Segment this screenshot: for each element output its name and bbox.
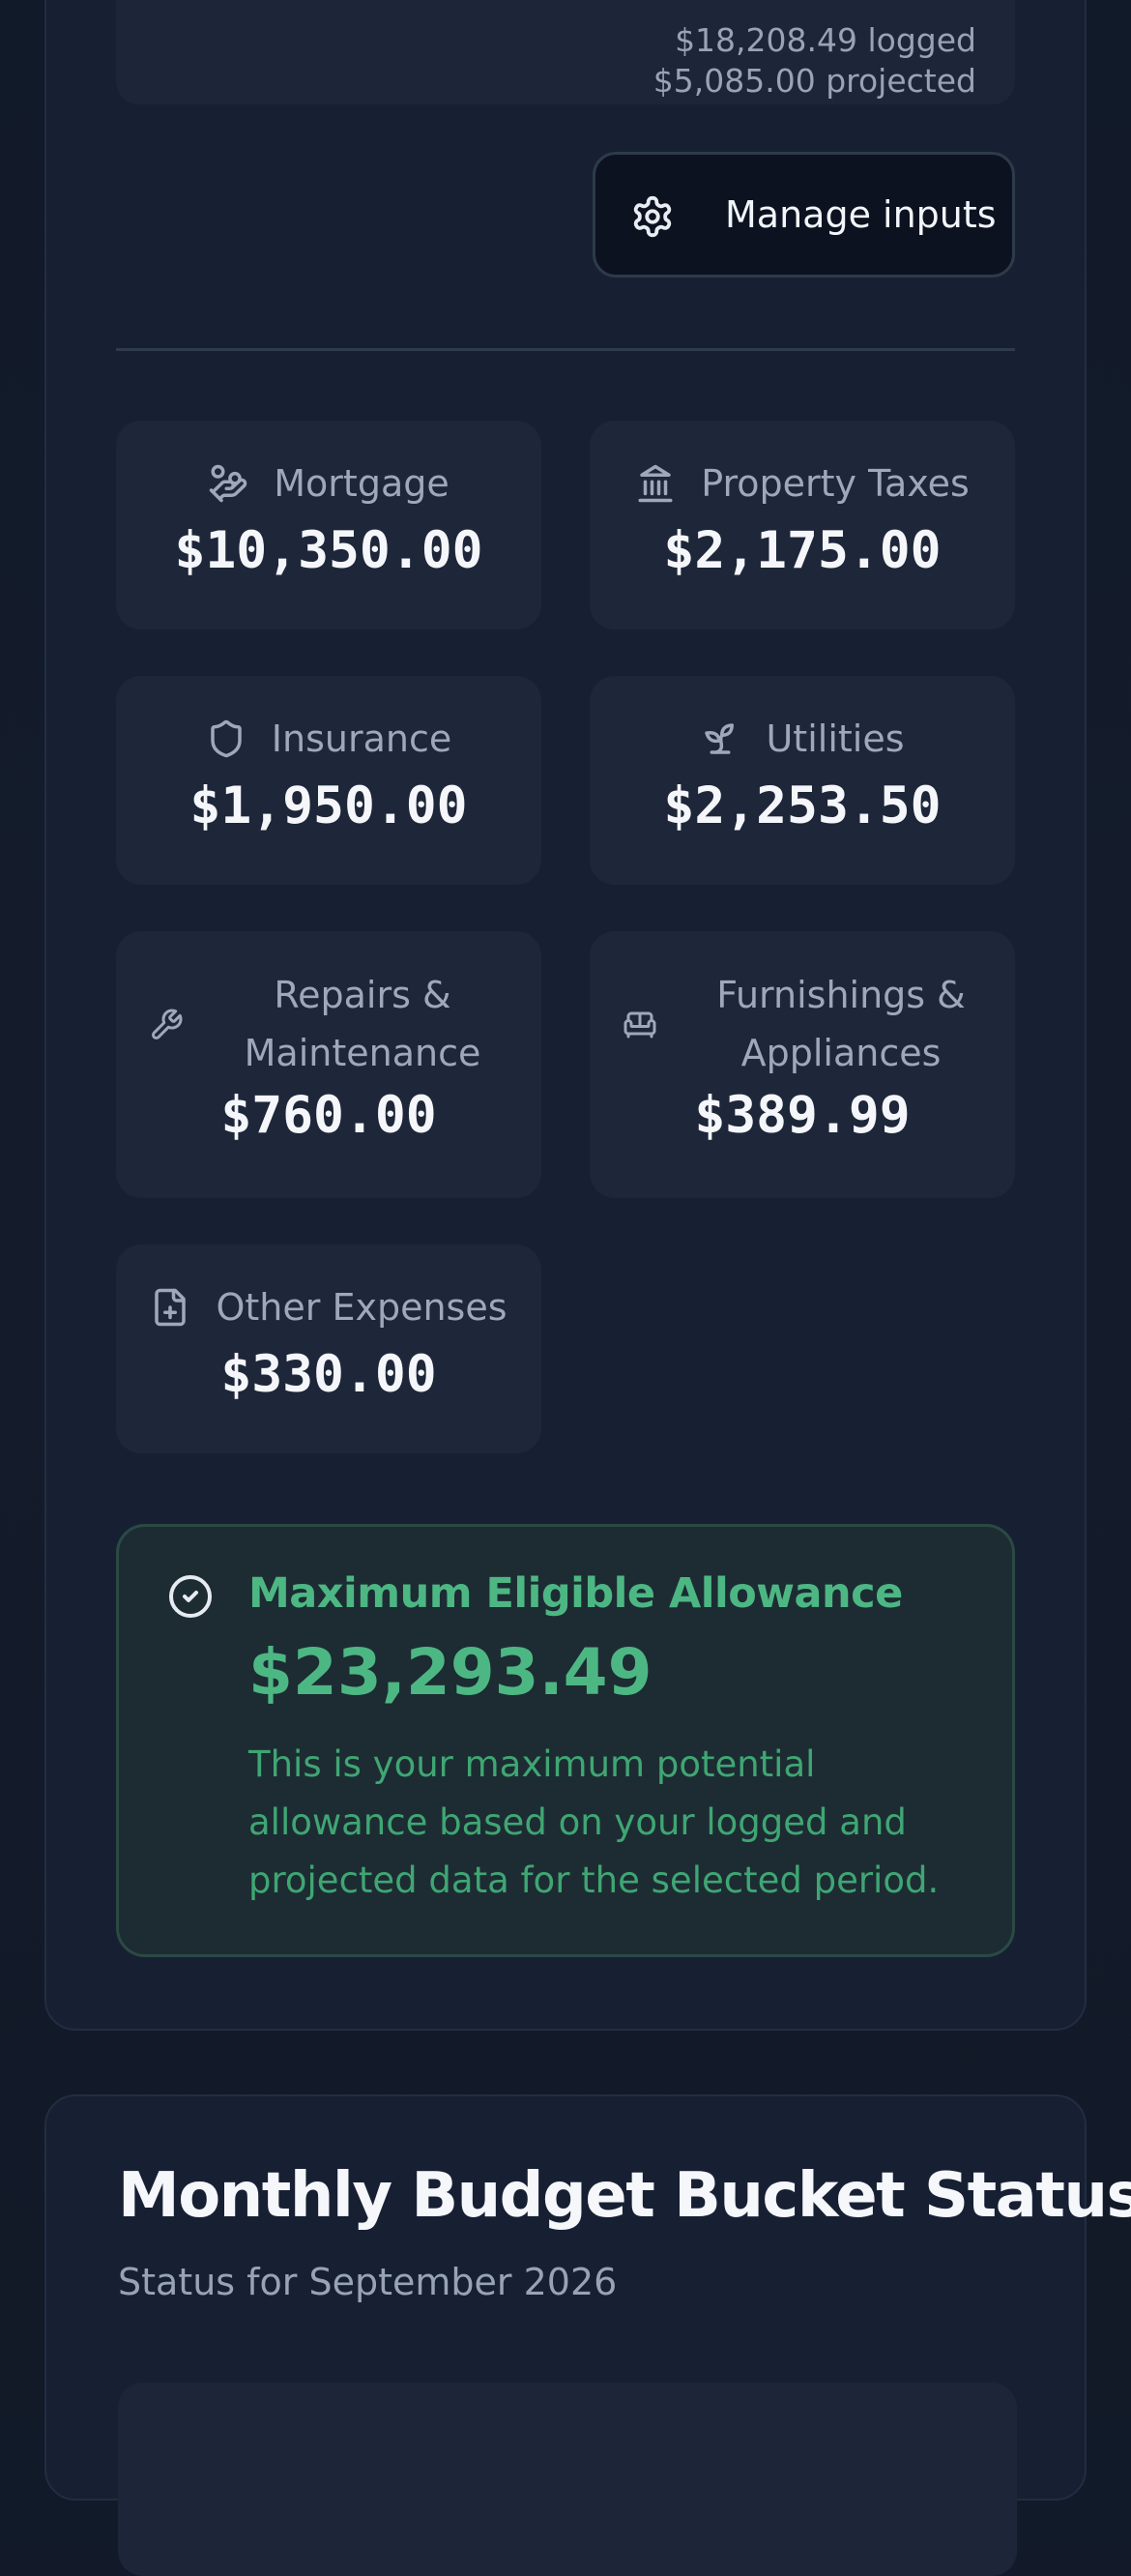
manage-inputs-button[interactable]: Manage inputs	[593, 152, 1015, 278]
projection-panel: $18,208.49 logged $5,085.00 projected	[116, 0, 1015, 104]
hand-coins-icon	[210, 464, 247, 503]
category-tile-utilities: Utilities $2,253.50	[590, 676, 1015, 885]
category-tile-property-taxes: Property Taxes $2,175.00	[590, 421, 1015, 629]
allowance-description: This is your maximum potential allowance…	[248, 1743, 940, 1901]
category-value: $760.00	[220, 1086, 437, 1145]
sprout-icon	[705, 723, 735, 754]
allowance-title: Maximum Eligible Allowance	[248, 1569, 903, 1618]
check-circle-icon	[169, 1575, 212, 1618]
sofa-icon	[624, 1011, 656, 1039]
category-tile-other: Other Expenses $330.00	[116, 1244, 541, 1453]
gear-icon	[633, 195, 672, 238]
category-value: $2,253.50	[663, 776, 942, 835]
divider	[116, 348, 1015, 351]
category-label: Other Expenses	[216, 1286, 508, 1329]
budget-bucket-panel	[118, 2383, 1017, 2576]
maximum-allowance-panel: Maximum Eligible Allowance $23,293.49 Th…	[116, 1524, 1015, 1957]
category-tile-insurance: Insurance $1,950.00	[116, 676, 541, 885]
category-value: $2,175.00	[663, 521, 942, 580]
category-value: $389.99	[694, 1086, 911, 1145]
landmark-icon	[638, 464, 673, 503]
category-value: $330.00	[220, 1345, 437, 1404]
category-tile-furnishings: Furnishings & Appliances $389.99	[590, 931, 1015, 1198]
category-tile-mortgage: Mortgage $10,350.00	[116, 421, 541, 629]
category-value: $10,350.00	[174, 521, 483, 580]
category-label: Furnishings & Appliances	[716, 974, 966, 1074]
allowance-amount: $23,293.49	[248, 1635, 652, 1710]
category-label: Mortgage	[274, 462, 450, 505]
file-plus-icon	[155, 1288, 187, 1327]
section-subtitle: Status for September 2026	[118, 2261, 618, 2303]
manage-inputs-label: Manage inputs	[725, 193, 997, 236]
budget-status-card: Monthly Budget Bucket Status Status for …	[44, 2094, 1131, 2576]
category-label: Property Taxes	[701, 462, 970, 505]
shield-icon	[211, 719, 242, 758]
category-label: Repairs & Maintenance	[244, 974, 481, 1074]
category-tile-repairs: Repairs & Maintenance $760.00	[116, 931, 541, 1198]
projected-total: $5,085.00 projected	[652, 62, 976, 100]
section-title: Monthly Budget Bucket Status	[118, 2160, 1131, 2232]
category-value: $1,950.00	[189, 776, 468, 835]
wrench-icon	[152, 1009, 183, 1039]
category-label: Utilities	[766, 717, 905, 760]
category-label: Insurance	[271, 717, 452, 760]
logged-total: $18,208.49 logged	[675, 21, 976, 59]
